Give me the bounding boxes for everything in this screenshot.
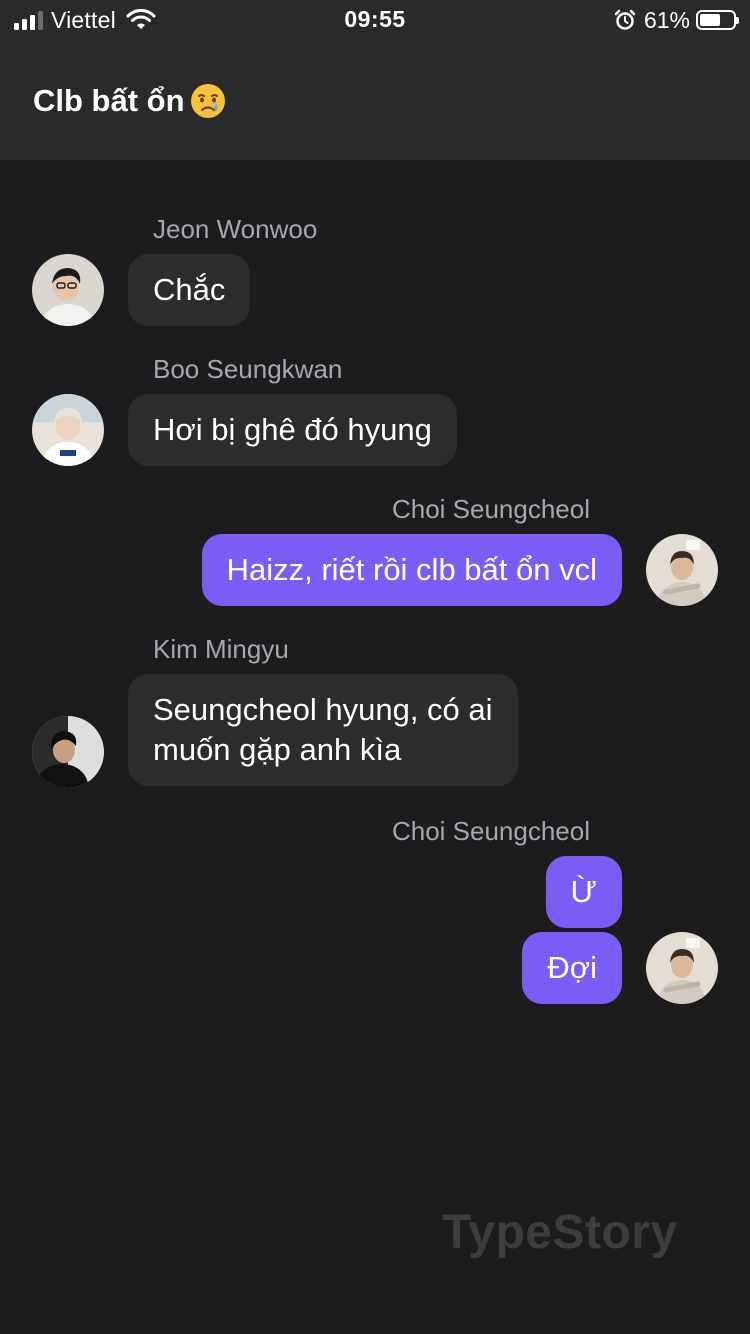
message-text: Ừ [570,874,597,909]
status-right: 61% [614,6,739,34]
avatar[interactable] [646,932,718,1004]
message-text: Hơi bị ghê đó hyung [153,412,432,447]
chat-title[interactable]: Clb bất ổn [33,82,227,120]
message-bubble[interactable]: Haizz, riết rồi clb bất ổn vcl [201,534,622,606]
watermark: TypeStory [442,1206,678,1259]
message-bubble[interactable]: Chắc [128,254,251,326]
chat-header: Clb bất ổn [0,40,750,160]
avatar[interactable] [32,394,104,466]
sender-name: Boo Seungkwan [153,354,343,384]
crying-face-emoji-icon [190,84,225,118]
message-text: Haizz, riết rồi clb bất ổn vcl [226,552,597,587]
avatar-image [32,394,104,466]
avatar-image [32,254,104,326]
message-bubble[interactable]: Ừ [545,856,622,928]
message-text: Seungcheol hyung, có ai [153,692,493,727]
sender-name: Choi Seungcheol [391,816,590,846]
avatar-image [646,932,718,1004]
message-text: Chắc [153,272,226,307]
message-text: Đợi [547,950,597,985]
battery-level-fill [700,14,720,26]
sender-name: Choi Seungcheol [391,494,590,524]
avatar[interactable] [646,534,718,606]
battery-icon [696,10,739,30]
alarm-icon [614,9,636,30]
avatar-image [646,534,718,606]
avatar[interactable] [32,716,104,788]
chat-title-text: Clb bất ổn [33,83,185,118]
sender-name: Kim Mingyu [153,634,289,664]
avatar[interactable] [32,254,104,326]
message-text: muốn gặp anh kìa [153,732,402,767]
sender-name: Jeon Wonwoo [153,214,318,244]
message-bubble[interactable]: Hơi bị ghê đó hyung [128,394,457,466]
avatar-image [32,716,104,788]
status-bar: Viettel 09:55 61% [0,0,750,40]
message-bubble[interactable]: Seungcheol hyung, có ai muốn gặp anh kìa [128,674,518,786]
message-bubble[interactable]: Đợi [522,932,622,1004]
battery-percent: 61% [643,6,690,33]
